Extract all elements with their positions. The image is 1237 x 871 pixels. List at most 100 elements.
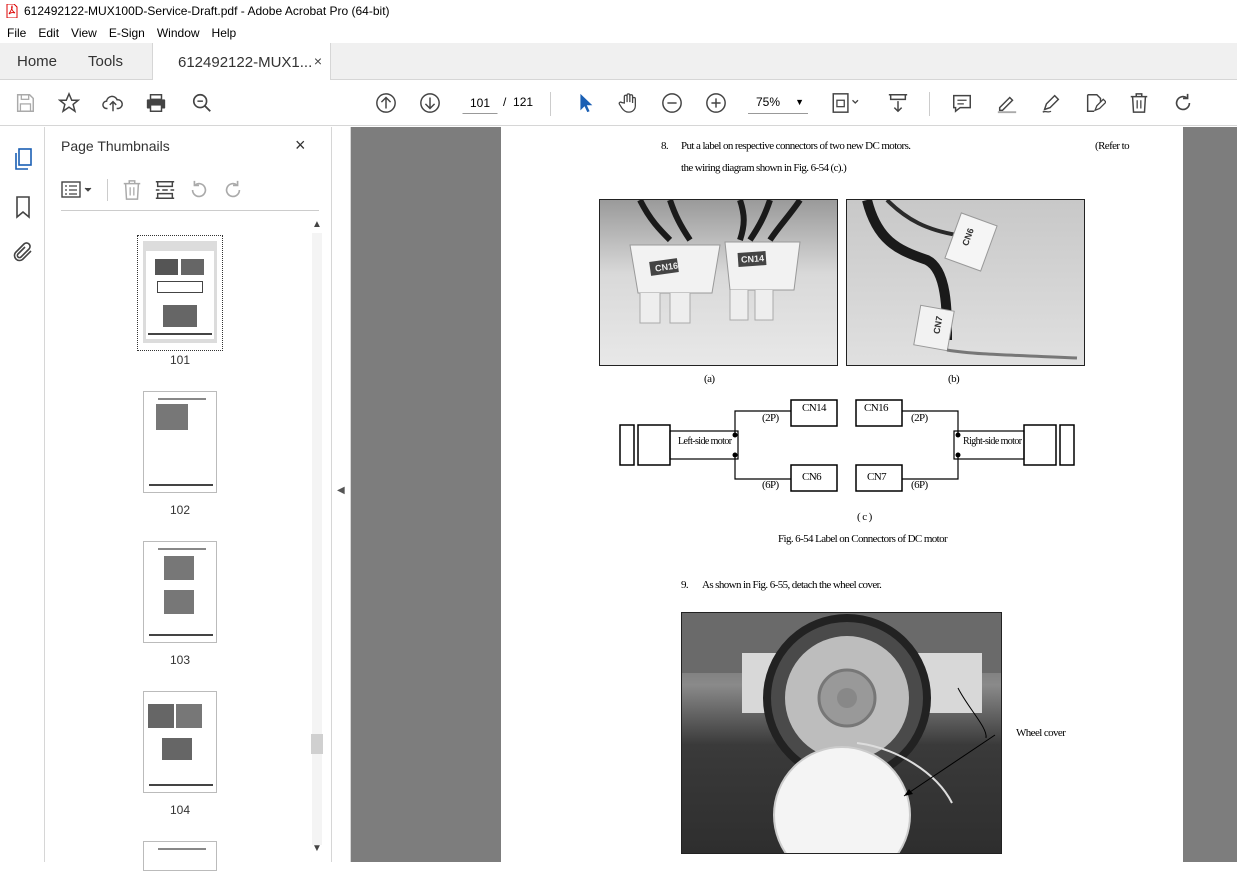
title-bar: 612492122-MUX100D-Service-Draft.pdf - Ad… bbox=[0, 0, 1237, 22]
extract-pages-icon[interactable] bbox=[154, 179, 176, 206]
panel-title: Page Thumbnails bbox=[61, 138, 170, 154]
cloud-upload-icon[interactable] bbox=[101, 91, 125, 115]
thumbnail-toolbar bbox=[61, 177, 321, 203]
select-cursor-icon[interactable] bbox=[573, 91, 597, 115]
previous-page-icon[interactable] bbox=[374, 91, 398, 115]
menu-esign[interactable]: E-Sign bbox=[109, 26, 145, 40]
tab-home[interactable]: Home bbox=[17, 43, 57, 80]
caption-c: ( c ) bbox=[857, 511, 872, 523]
menu-edit[interactable]: Edit bbox=[38, 26, 59, 40]
zoom-level-select[interactable]: 75% ▼ bbox=[748, 92, 808, 114]
document-view[interactable]: 8. Put a label on respective connectors … bbox=[351, 127, 1237, 862]
diagram-cn14: CN14 bbox=[802, 402, 826, 414]
highlight-pen-icon[interactable] bbox=[995, 91, 1019, 115]
thumbnail-label: 104 bbox=[169, 803, 191, 817]
toolbar-divider bbox=[107, 179, 108, 201]
thumbnail-label: 103 bbox=[169, 653, 191, 667]
hand-tool-icon[interactable] bbox=[616, 91, 640, 115]
bookmarks-icon[interactable] bbox=[11, 195, 35, 219]
tab-bar: Home Tools 612492122-MUX1... × bbox=[0, 43, 1237, 81]
scroll-up-arrow-icon[interactable]: ▲ bbox=[312, 219, 322, 230]
tab-close-icon[interactable]: × bbox=[314, 53, 322, 69]
caption-b: (b) bbox=[948, 373, 960, 385]
figure-caption: Fig. 6-54 Label on Connectors of DC moto… bbox=[778, 533, 948, 545]
page-thumbnails-icon[interactable] bbox=[11, 147, 35, 171]
bookmark-star-icon[interactable] bbox=[57, 91, 81, 115]
menu-window[interactable]: Window bbox=[157, 26, 200, 40]
delete-trash-icon[interactable] bbox=[1127, 91, 1151, 115]
step-8-text: Put a label on respective connectors of … bbox=[681, 140, 911, 152]
collapse-panel-icon[interactable]: ◀ bbox=[337, 485, 345, 496]
thumbnail-page-103[interactable] bbox=[143, 541, 217, 643]
thumbnail-page-102[interactable] bbox=[143, 391, 217, 493]
panel-splitter[interactable]: ◀ bbox=[331, 127, 351, 862]
zoom-in-icon[interactable] bbox=[704, 91, 728, 115]
caption-a: (a) bbox=[704, 373, 715, 385]
thumbnail-page-101[interactable] bbox=[137, 235, 223, 351]
step-8-text-continued: the wiring diagram shown in Fig. 6-54 (c… bbox=[681, 162, 847, 174]
menu-file[interactable]: File bbox=[7, 26, 26, 40]
scroll-mode-icon[interactable] bbox=[886, 91, 910, 115]
step-8-number: 8. bbox=[661, 140, 669, 152]
panel-close-icon[interactable]: × bbox=[295, 135, 306, 156]
menu-help[interactable]: Help bbox=[212, 26, 237, 40]
diagram-2p-right: (2P) bbox=[911, 412, 928, 424]
wheel-cover-label: Wheel cover bbox=[1016, 727, 1066, 739]
navigation-rail bbox=[0, 127, 45, 862]
step-9-text: As shown in Fig. 6-55, detach the wheel … bbox=[702, 579, 882, 591]
diagram-6p-left: (6P) bbox=[762, 479, 779, 491]
page-count: / 121 bbox=[503, 95, 534, 109]
save-icon[interactable] bbox=[13, 91, 37, 115]
draw-pen-icon[interactable] bbox=[1039, 91, 1063, 115]
thumbnail-label: 102 bbox=[169, 503, 191, 517]
thumbnail-page-105[interactable] bbox=[143, 841, 217, 871]
zoom-search-icon[interactable] bbox=[190, 91, 214, 115]
diagram-2p-left: (2P) bbox=[762, 412, 779, 424]
tab-tools[interactable]: Tools bbox=[88, 43, 123, 80]
rotate-right-icon[interactable] bbox=[222, 179, 244, 206]
page-thumbnails-panel: Page Thumbnails × 101 102 103 104 ▲ ▼ bbox=[45, 127, 331, 871]
window-title: 612492122-MUX100D-Service-Draft.pdf - Ad… bbox=[24, 4, 390, 18]
thumbnail-page-104[interactable] bbox=[143, 691, 217, 793]
photo-connectors-a: CN16 CN14 bbox=[599, 199, 838, 366]
toolbar-divider bbox=[550, 92, 551, 116]
zoom-level-value: 75% bbox=[756, 95, 781, 109]
page-number-input[interactable]: 101 bbox=[462, 92, 498, 114]
comment-icon[interactable] bbox=[950, 91, 974, 115]
thumbnail-scrollbar[interactable]: ▲ ▼ bbox=[309, 219, 325, 859]
photo-wheel-cover bbox=[681, 612, 1002, 854]
diagram-cn16: CN16 bbox=[864, 402, 888, 414]
pdf-page: 8. Put a label on respective connectors … bbox=[501, 127, 1183, 862]
rotate-left-icon[interactable] bbox=[188, 179, 210, 206]
diagram-6p-right: (6P) bbox=[911, 479, 928, 491]
toolbar-divider bbox=[929, 92, 930, 116]
chevron-down-icon: ▼ bbox=[795, 97, 804, 107]
step-8-ref: (Refer to bbox=[1095, 140, 1130, 152]
page-display-icon[interactable] bbox=[830, 91, 864, 115]
thumbnail-label: 101 bbox=[169, 353, 191, 367]
diagram-left-motor: Left-side motor bbox=[678, 436, 732, 447]
print-icon[interactable] bbox=[144, 91, 168, 115]
scrollbar-thumb[interactable] bbox=[311, 734, 323, 754]
acrobat-pdf-icon bbox=[6, 3, 18, 19]
step-9-number: 9. bbox=[681, 579, 689, 591]
attachments-paperclip-icon[interactable] bbox=[11, 240, 35, 264]
diagram-cn7: CN7 bbox=[867, 471, 887, 483]
next-page-icon[interactable] bbox=[418, 91, 442, 115]
wiring-diagram: CN14 (2P) CN16 (2P) Left-side motor Righ… bbox=[619, 397, 1079, 497]
fill-sign-icon[interactable] bbox=[1083, 91, 1107, 115]
scroll-down-arrow-icon[interactable]: ▼ bbox=[312, 843, 322, 854]
delete-pages-icon[interactable] bbox=[121, 179, 143, 206]
tab-document[interactable]: 612492122-MUX1... × bbox=[152, 43, 331, 81]
diagram-cn6: CN6 bbox=[802, 471, 822, 483]
thumbnail-options-icon[interactable] bbox=[61, 179, 95, 206]
photo-a-label-cn14: CN14 bbox=[740, 253, 765, 265]
tab-document-label: 612492122-MUX1... bbox=[178, 53, 313, 71]
photo-connectors-b: CN6 CN7 bbox=[846, 199, 1085, 366]
redo-icon[interactable] bbox=[1171, 91, 1195, 115]
panel-divider bbox=[61, 210, 319, 211]
menu-view[interactable]: View bbox=[71, 26, 97, 40]
zoom-out-icon[interactable] bbox=[660, 91, 684, 115]
diagram-right-motor: Right-side motor bbox=[963, 436, 1022, 447]
main-toolbar: 101 / 121 75% ▼ bbox=[0, 80, 1237, 126]
